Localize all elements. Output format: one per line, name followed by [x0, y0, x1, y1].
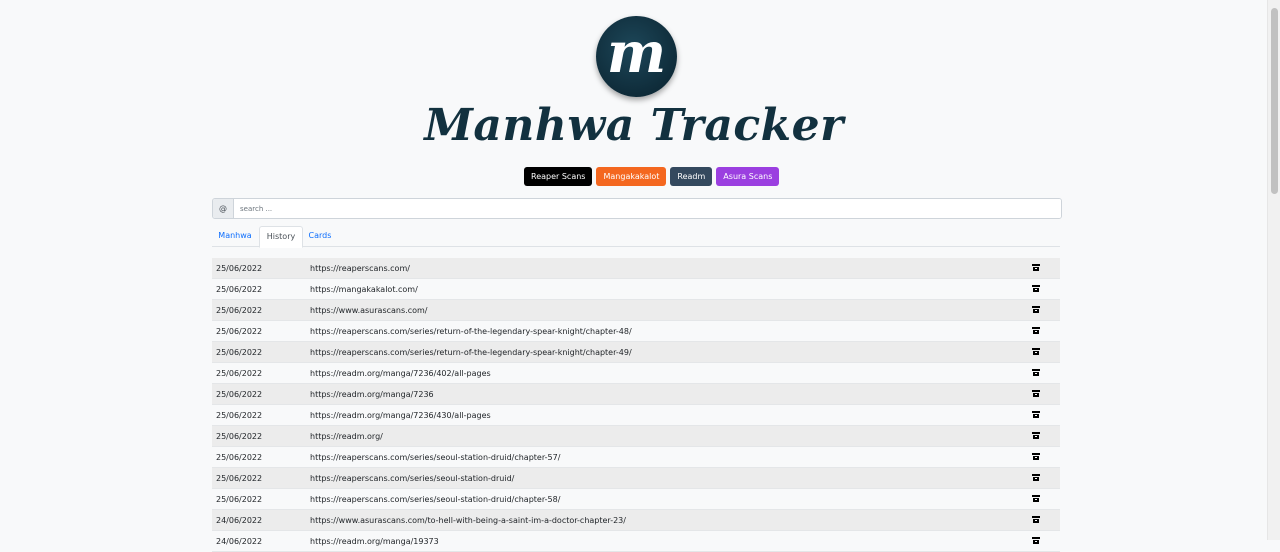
- table-row: 25/06/2022 https://readm.org/manga/7236/4…: [212, 405, 1060, 426]
- source-button-reaper-scans[interactable]: Reaper Scans: [524, 167, 593, 186]
- archive-icon[interactable]: [1032, 369, 1040, 376]
- table-row: 25/06/2022 https://reaperscans.com/series…: [212, 468, 1060, 489]
- row-url: https://readm.org/manga/7236: [310, 389, 434, 399]
- source-button-mangakakalot[interactable]: Mangakakalot: [596, 167, 667, 186]
- row-date: 25/06/2022: [216, 368, 263, 378]
- table-row: 25/06/2022 https://mangakakalot.com/: [212, 279, 1060, 300]
- source-button-readm[interactable]: Readm: [670, 167, 713, 186]
- row-date: 25/06/2022: [216, 431, 263, 441]
- archive-icon[interactable]: [1032, 264, 1040, 271]
- archive-icon[interactable]: [1032, 432, 1040, 439]
- row-url: https://www.asurascans.com/to-hell-with-…: [310, 515, 626, 525]
- tab-bar: Manhwa History Cards: [212, 226, 1060, 248]
- table-row: 25/06/2022 https://reaperscans.com/series…: [212, 489, 1060, 510]
- row-url: https://readm.org/: [310, 431, 383, 441]
- archive-icon[interactable]: [1032, 306, 1040, 313]
- table-row: 25/06/2022 https://reaperscans.com/series…: [212, 447, 1060, 468]
- tab-manhwa[interactable]: Manhwa: [212, 226, 258, 246]
- search-input[interactable]: [234, 199, 1061, 218]
- row-url: https://www.asurascans.com/: [310, 305, 428, 315]
- archive-icon[interactable]: [1032, 327, 1040, 334]
- table-row: 25/06/2022 https://readm.org/manga/7236: [212, 384, 1060, 405]
- table-row: 25/06/2022 https://readm.org/manga/7236/4…: [212, 363, 1060, 384]
- table-row: 25/06/2022 https://reaperscans.com/series…: [212, 342, 1060, 363]
- tab-history[interactable]: History: [259, 226, 303, 248]
- row-date: 24/06/2022: [216, 536, 263, 546]
- row-date: 25/06/2022: [216, 473, 263, 483]
- row-url: https://readm.org/manga/7236/430/all-pag…: [310, 410, 491, 420]
- row-date: 25/06/2022: [216, 326, 263, 336]
- row-date: 25/06/2022: [216, 263, 263, 273]
- row-date: 25/06/2022: [216, 305, 263, 315]
- row-date: 25/06/2022: [216, 494, 263, 504]
- row-url: https://reaperscans.com/: [310, 263, 410, 273]
- archive-icon[interactable]: [1032, 390, 1040, 397]
- page-title: Manhwa Tracker: [424, 100, 844, 151]
- archive-icon[interactable]: [1032, 537, 1040, 544]
- tab-cards[interactable]: Cards: [303, 226, 337, 246]
- scrollbar-thumb[interactable]: [1271, 8, 1278, 194]
- row-date: 25/06/2022: [216, 347, 263, 357]
- search-addon: @: [213, 199, 234, 218]
- table-row: 24/06/2022 https://www.asurascans.com/to-…: [212, 510, 1060, 531]
- archive-icon[interactable]: [1032, 453, 1040, 460]
- row-url: https://reaperscans.com/series/return-of…: [310, 347, 632, 357]
- table-row: 25/06/2022 https://readm.org/: [212, 426, 1060, 447]
- row-url: https://reaperscans.com/series/return-of…: [310, 326, 632, 336]
- row-date: 24/06/2022: [216, 515, 263, 525]
- row-date: 25/06/2022: [216, 389, 263, 399]
- row-url: https://reaperscans.com/series/seoul-sta…: [310, 452, 561, 462]
- row-url: https://readm.org/manga/19373: [310, 536, 439, 546]
- scrollbar[interactable]: [1267, 0, 1280, 540]
- history-table: 25/06/2022 https://reaperscans.com/25/06/…: [212, 258, 1060, 552]
- app-logo: m: [596, 16, 677, 97]
- archive-icon[interactable]: [1032, 495, 1040, 502]
- archive-icon[interactable]: [1032, 285, 1040, 292]
- archive-icon[interactable]: [1032, 516, 1040, 523]
- row-url: https://reaperscans.com/series/seoul-sta…: [310, 473, 515, 483]
- table-row: 25/06/2022 https://reaperscans.com/: [212, 258, 1060, 279]
- row-url: https://mangakakalot.com/: [310, 284, 418, 294]
- table-row: 25/06/2022 https://reaperscans.com/series…: [212, 321, 1060, 342]
- row-url: https://readm.org/manga/7236/402/all-pag…: [310, 368, 491, 378]
- source-button-asura-scans[interactable]: Asura Scans: [716, 167, 780, 186]
- row-date: 25/06/2022: [216, 410, 263, 420]
- archive-icon[interactable]: [1032, 348, 1040, 355]
- archive-icon[interactable]: [1032, 474, 1040, 481]
- table-row: 24/06/2022 https://readm.org/manga/19373: [212, 531, 1060, 552]
- row-date: 25/06/2022: [216, 452, 263, 462]
- table-row: 25/06/2022 https://www.asurascans.com/: [212, 300, 1060, 321]
- search-group: @: [212, 198, 1062, 219]
- archive-icon[interactable]: [1032, 411, 1040, 418]
- row-url: https://reaperscans.com/series/seoul-sta…: [310, 494, 561, 504]
- source-buttons: Reaper Scans Mangakakalot Readm Asura Sc…: [524, 167, 780, 186]
- logo-letter: m: [606, 19, 667, 86]
- row-date: 25/06/2022: [216, 284, 263, 294]
